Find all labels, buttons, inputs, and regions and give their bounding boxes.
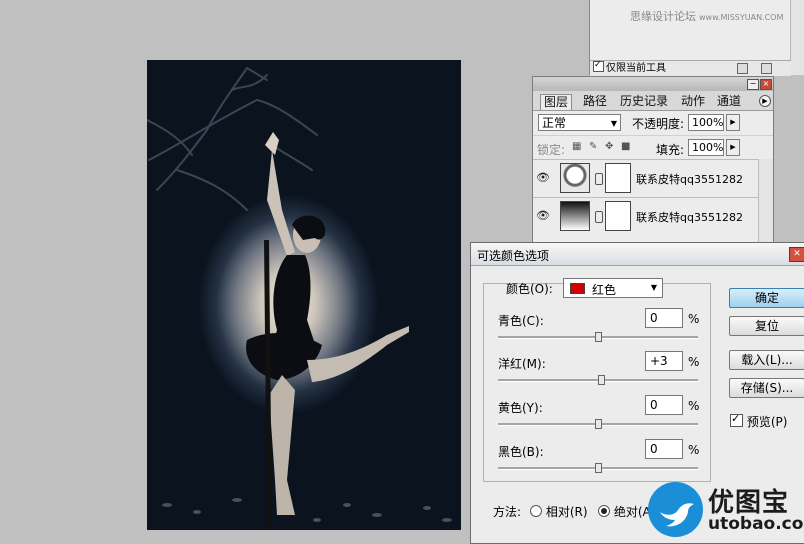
adjustment-layer-thumbnail [560, 163, 590, 193]
link-icon[interactable] [595, 173, 603, 185]
opacity-arrow-icon[interactable]: ▶ [726, 114, 740, 131]
red-swatch [570, 283, 585, 294]
ok-button[interactable]: 确定 [729, 288, 804, 308]
tab-history[interactable]: 历史记录 [617, 94, 671, 109]
black-slider[interactable] [498, 463, 698, 473]
layers-scrollbar[interactable] [758, 159, 773, 247]
black-label: 黑色(B): [498, 445, 544, 459]
preview-checkbox[interactable] [730, 412, 743, 427]
tool-panel-scrollbar[interactable] [790, 0, 804, 75]
layers-panel: − × 图层 路径 历史记录 动作 通道 ▶ 正常 ▼ 不透明度: 100% ▶… [532, 76, 774, 248]
tool-panel-footer: 仅限当前工具 [590, 58, 791, 76]
layer-mask-thumbnail[interactable] [605, 201, 631, 231]
current-tool-checkbox[interactable] [593, 58, 604, 72]
lock-move-icon[interactable]: ✥ [605, 142, 615, 152]
magenta-label: 洋红(M): [498, 357, 546, 371]
colors-label: 颜色(O): [506, 282, 553, 296]
layers-panel-titlebar[interactable]: − × [533, 77, 773, 91]
lock-label: 锁定: [537, 143, 566, 157]
load-button[interactable]: 载入(L)... [729, 350, 804, 370]
eye-icon[interactable]: 👁 [536, 172, 552, 184]
layers-panel-tabs: 图层 路径 历史记录 动作 通道 ▶ [533, 91, 773, 111]
absolute-option[interactable]: 绝对(A) [598, 503, 655, 520]
relative-radio[interactable] [530, 505, 542, 517]
relative-label: 相对(R) [545, 505, 588, 519]
colors-select[interactable]: 红色 ▼ [563, 278, 663, 298]
cyan-input[interactable]: 0 [645, 308, 683, 328]
close-icon[interactable]: × [760, 79, 772, 90]
watermark: 思缘设计论坛 www.MISSYUAN.COM [630, 8, 783, 24]
dialog-titlebar[interactable]: 可选颜色选项 ✕ [471, 243, 804, 266]
lock-brush-icon[interactable]: ✎ [589, 142, 599, 152]
opacity-input[interactable]: 100% [688, 114, 724, 131]
colors-select-value: 红色 [592, 283, 617, 297]
preview-label: 预览(P) [746, 415, 788, 429]
method-label: 方法: [493, 505, 522, 519]
tab-channels[interactable]: 通道 [714, 94, 744, 109]
eye-icon[interactable]: 👁 [536, 210, 552, 222]
layer-row[interactable]: 👁 联系皮特qq3551282 [533, 159, 758, 197]
tab-layers[interactable]: 图层 [540, 94, 573, 110]
magenta-slider-thumb[interactable] [598, 375, 605, 385]
black-input[interactable]: 0 [645, 439, 683, 459]
absolute-radio[interactable] [598, 505, 610, 517]
blend-mode-value: 正常 [542, 116, 567, 130]
panel-menu-icon[interactable]: ▶ [759, 95, 771, 107]
save-button[interactable]: 存储(S)... [729, 378, 804, 398]
close-icon[interactable]: ✕ [789, 247, 804, 262]
layer-name[interactable]: 联系皮特qq3551282 [636, 171, 743, 187]
magenta-input[interactable]: +3 [645, 351, 683, 371]
layer-mask-thumbnail[interactable] [605, 163, 631, 193]
tab-paths[interactable]: 路径 [580, 94, 610, 109]
fill-label: 填充: [656, 143, 685, 157]
preview-option[interactable]: 预览(P) [730, 412, 788, 430]
current-tool-label: 仅限当前工具 [606, 63, 666, 74]
percent-sign: % [688, 312, 700, 326]
chevron-down-icon: ▼ [610, 119, 617, 128]
canvas-photo [147, 60, 461, 530]
utobao-logo: 优图宝 utobao.com [648, 480, 804, 540]
watermark-url: www.MISSYUAN.COM [699, 13, 784, 22]
cyan-slider-thumb[interactable] [595, 332, 602, 342]
layer-row[interactable]: 👁 联系皮特qq3551282 [533, 197, 758, 235]
percent-sign: % [688, 399, 700, 413]
logo-domain: utobao.com [708, 514, 804, 534]
link-icon[interactable] [595, 211, 603, 223]
yellow-label: 黄色(Y): [498, 401, 543, 415]
blend-mode-select[interactable]: 正常 ▼ [538, 114, 621, 131]
percent-sign: % [688, 355, 700, 369]
gradient-layer-thumbnail [560, 201, 590, 231]
watermark-text: 思缘设计论坛 [630, 10, 696, 23]
reset-button[interactable]: 复位 [729, 316, 804, 336]
lock-transparent-icon[interactable]: ▦ [572, 142, 582, 152]
lock-all-icon[interactable]: ■ [621, 142, 631, 152]
cyan-slider[interactable] [498, 332, 698, 342]
yellow-slider[interactable] [498, 419, 698, 429]
layer-name[interactable]: 联系皮特qq3551282 [636, 209, 743, 225]
yellow-slider-thumb[interactable] [595, 419, 602, 429]
magenta-slider[interactable] [498, 375, 698, 385]
cyan-label: 青色(C): [498, 314, 544, 328]
chevron-down-icon: ▼ [650, 283, 657, 292]
fill-input[interactable]: 100% [688, 139, 724, 156]
fill-arrow-icon[interactable]: ▶ [726, 139, 740, 156]
relative-option[interactable]: 相对(R) [530, 503, 588, 520]
bird-icon [648, 482, 703, 537]
percent-sign: % [688, 443, 700, 457]
yellow-input[interactable]: 0 [645, 395, 683, 415]
tab-actions[interactable]: 动作 [678, 94, 708, 109]
trash-icon[interactable] [761, 63, 772, 74]
new-preset-icon[interactable] [737, 63, 748, 74]
opacity-label: 不透明度: [632, 117, 685, 131]
black-slider-thumb[interactable] [595, 463, 602, 473]
dialog-title: 可选颜色选项 [477, 249, 550, 263]
minimize-icon[interactable]: − [747, 79, 759, 90]
